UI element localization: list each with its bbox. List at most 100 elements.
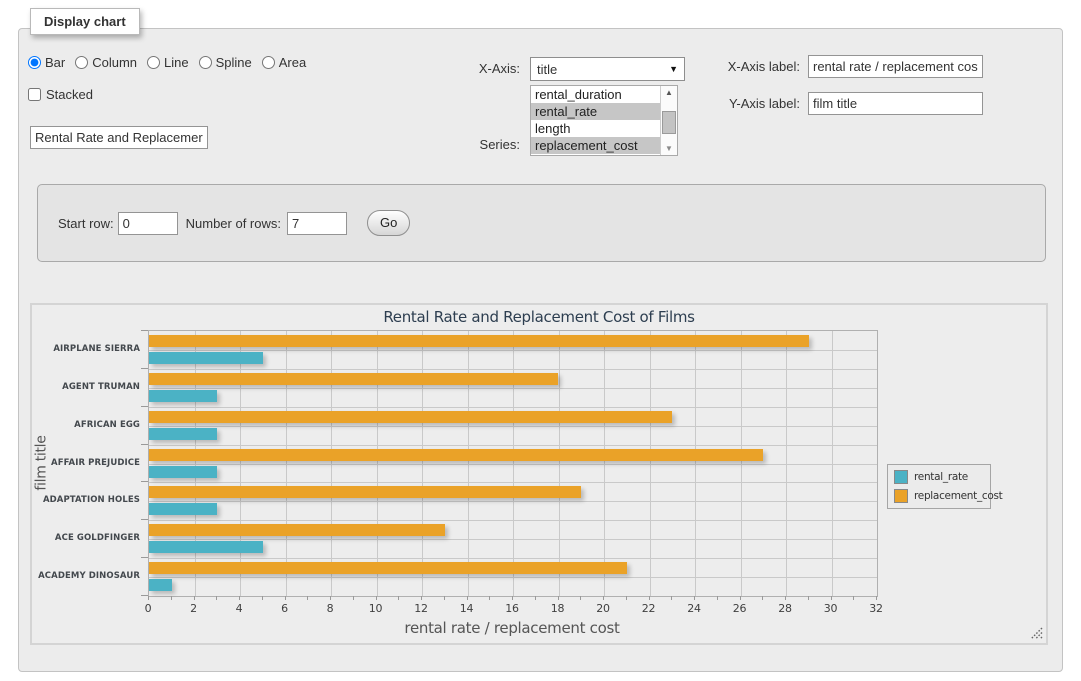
x-axis-tick-label: 2 [179,602,209,615]
x-axis-tick [376,596,377,600]
x-axis-tick-label: 10 [361,602,391,615]
legend-label-replacement_cost: replacement_cost [914,490,1003,502]
chart-type-option-line: Line [147,55,189,70]
x-axis-tick [398,596,399,600]
bar-replacement_cost [149,449,763,461]
y-axis-tick [141,557,148,558]
series-options: rental_durationrental_ratelengthreplacem… [531,86,660,155]
panel-title: Display chart [30,8,140,35]
series-option-rental_duration[interactable]: rental_duration [531,86,660,103]
stacked-row: Stacked [28,87,93,102]
chart-title-input[interactable] [30,126,208,149]
x-axis-selected-value: title [537,62,557,77]
gridline-horizontal [149,350,877,351]
y-category-label: ACE GOLDFINGER [32,519,140,557]
scroll-down-icon[interactable]: ▼ [661,144,677,153]
series-listbox[interactable]: rental_durationrental_ratelengthreplacem… [530,85,678,156]
chart-type-radio-column[interactable] [75,56,88,69]
x-axis-tick-label: 16 [497,602,527,615]
x-axis-tick-label: 24 [679,602,709,615]
y-category-label: AIRPLANE SIERRA [32,330,140,368]
num-rows-input[interactable] [287,212,347,235]
bar-replacement_cost [149,335,809,347]
gridline-horizontal [149,482,877,483]
x-axis-tick [671,596,672,600]
bar-rental_rate [149,428,217,440]
y-category-label: AGENT TRUMAN [32,368,140,406]
stacked-checkbox[interactable] [28,88,41,101]
x-axis-tick-label: 14 [452,602,482,615]
series-option-rental_rate[interactable]: rental_rate [531,103,660,120]
chart-type-radio-bar[interactable] [28,56,41,69]
bar-rental_rate [149,466,217,478]
x-axis-tick [649,596,650,600]
chart-type-radio-group: BarColumnLineSplineArea [28,55,306,70]
bar-replacement_cost [149,486,581,498]
gridline-horizontal [149,407,877,408]
bar-rental_rate [149,390,217,402]
chart-type-radio-line[interactable] [147,56,160,69]
x-axis-tick-label: 28 [770,602,800,615]
go-button[interactable]: Go [367,210,410,236]
row-range-panel: Start row: Number of rows: Go [37,184,1046,262]
chart-type-option-bar: Bar [28,55,65,70]
chart-container: Rental Rate and Replacement Cost of Film… [30,303,1048,645]
x-axis-tick-label: 0 [133,602,163,615]
dropdown-arrow-icon: ▼ [669,65,678,74]
y-axis-tick [141,595,148,596]
legend-label-rental_rate: rental_rate [914,471,968,483]
x-axis-tick [353,596,354,600]
x-axis-tick-label: 32 [861,602,891,615]
chart-type-option-column: Column [75,55,137,70]
bar-replacement_cost [149,373,558,385]
y-category-label: ADAPTATION HOLES [32,481,140,519]
x-axis-select-label: X-Axis: [445,61,520,76]
x-axis-tick [717,596,718,600]
x-axis-tick [603,596,604,600]
legend-swatch-rental_rate [894,470,908,484]
x-axis-tick [467,596,468,600]
gridline-horizontal [149,388,877,389]
series-option-length[interactable]: length [531,120,660,137]
y-axis-tick [141,368,148,369]
start-row-input[interactable] [118,212,178,235]
x-axis-label-input[interactable] [808,55,983,78]
x-axis-tick [444,596,445,600]
series-list-scrollbar[interactable]: ▲ ▼ [660,86,677,155]
x-axis-tick-label: 12 [406,602,436,615]
y-category-label: AFRICAN EGG [32,406,140,444]
bar-replacement_cost [149,524,445,536]
x-axis-tick-label: 4 [224,602,254,615]
x-axis-tick [808,596,809,600]
chart-type-label-area: Area [279,55,306,70]
x-axis-tick [626,596,627,600]
x-axis-select[interactable]: title ▼ [530,57,685,81]
resize-handle-icon[interactable] [1030,627,1043,640]
y-axis-label-input[interactable] [808,92,983,115]
bar-rental_rate [149,541,263,553]
x-axis-tick [262,596,263,600]
chart-type-radio-area[interactable] [262,56,275,69]
chart-type-radio-spline[interactable] [199,56,212,69]
scrollbar-thumb[interactable] [662,111,676,134]
x-axis-label-label: X-Axis label: [700,59,800,74]
series-option-replacement_cost[interactable]: replacement_cost [531,137,660,154]
gridline-horizontal [149,369,877,370]
x-axis-tick [740,596,741,600]
chart-type-label-line: Line [164,55,189,70]
x-axis-tick [831,596,832,600]
x-axis-tick [785,596,786,600]
gridline-horizontal [149,558,877,559]
gridline-horizontal [149,539,877,540]
gridline-horizontal [149,577,877,578]
y-axis-tick [141,330,148,331]
scroll-up-icon[interactable]: ▲ [661,88,677,97]
x-axis-tick [876,596,877,600]
y-axis-tick [141,481,148,482]
y-axis-tick [141,406,148,407]
legend-item-replacement_cost: replacement_cost [894,489,984,503]
x-axis-tick [285,596,286,600]
bar-rental_rate [149,503,217,515]
series-list-label: Series: [445,137,520,152]
x-axis-tick [489,596,490,600]
